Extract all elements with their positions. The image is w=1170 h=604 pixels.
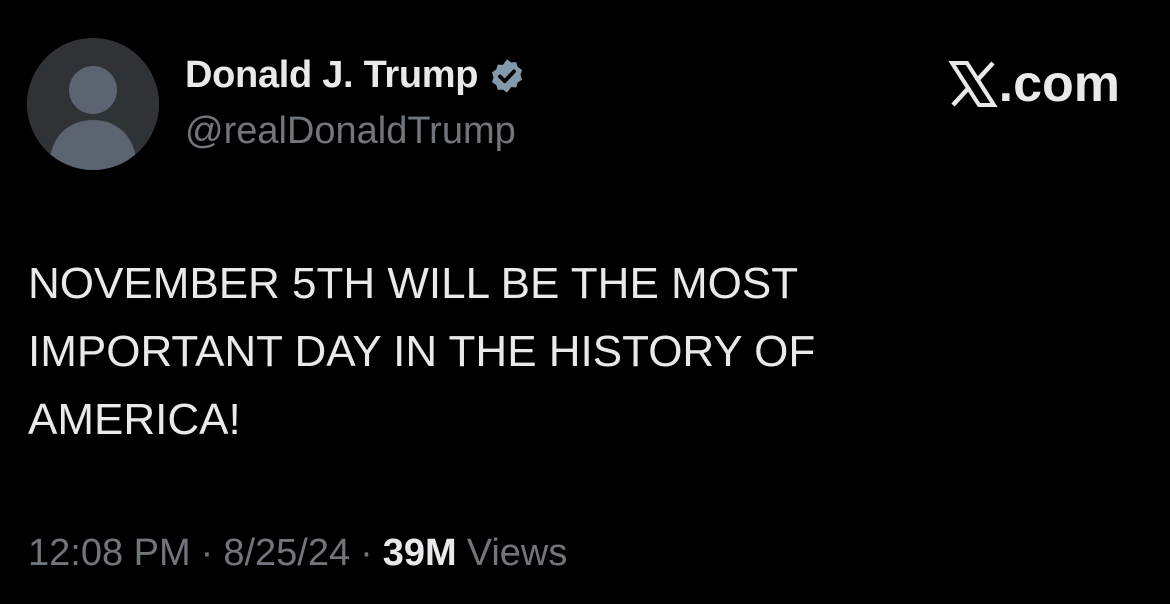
- verified-badge-icon[interactable]: [488, 57, 526, 95]
- x-logo-icon: [947, 59, 998, 109]
- post-card: Donald J. Trump @realDonaldTrump .com NO…: [0, 0, 1170, 604]
- author-row: Donald J. Trump: [185, 54, 526, 97]
- brand-watermark: .com: [947, 55, 1120, 113]
- avatar-placeholder-icon: [27, 38, 159, 170]
- display-name[interactable]: Donald J. Trump: [185, 54, 479, 97]
- brand-suffix: .com: [998, 55, 1120, 113]
- post-text: NOVEMBER 5TH WILL BE THE MOST IMPORTANT …: [28, 259, 816, 444]
- meta-separator: ·: [200, 532, 214, 574]
- post-meta: 12:08 PM · 8/25/24 · 39M Views: [28, 532, 567, 575]
- handle[interactable]: @realDonaldTrump: [185, 110, 516, 153]
- avatar[interactable]: [27, 38, 159, 170]
- views-label: Views: [466, 532, 568, 574]
- post-time[interactable]: 12:08 PM: [28, 532, 191, 575]
- meta-separator: ·: [360, 532, 373, 574]
- views-count[interactable]: 39M: [383, 532, 457, 575]
- post-date[interactable]: 8/25/24: [223, 532, 350, 575]
